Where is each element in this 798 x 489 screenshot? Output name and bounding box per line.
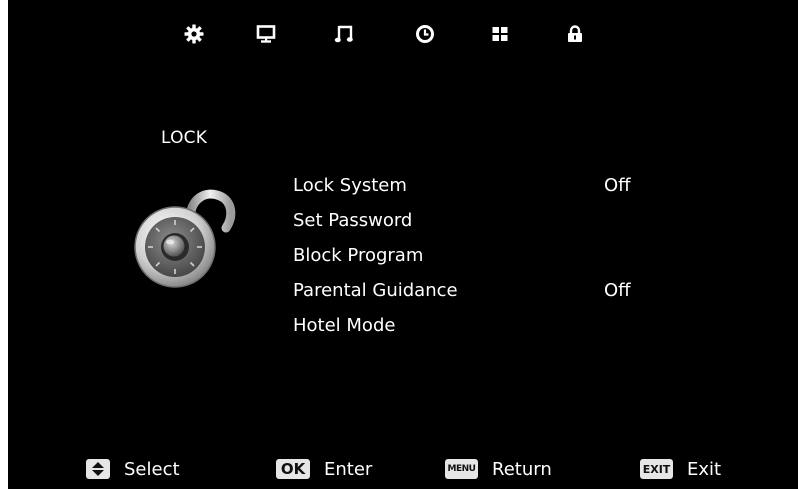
up-down-arrows-icon <box>86 459 110 479</box>
hint-select-label: Select <box>124 458 180 480</box>
menu-item-label: Parental Guidance <box>293 280 458 301</box>
tab-time[interactable] <box>411 20 439 48</box>
key-hint-bar: Select OK Enter MENU Return EXIT Exit <box>8 452 798 486</box>
gear-icon <box>184 24 204 44</box>
menu-item-set-password[interactable]: Set Password <box>293 208 673 243</box>
tab-lock[interactable] <box>561 20 589 48</box>
hint-enter: OK Enter <box>276 452 372 486</box>
menu-item-value: Off <box>604 175 631 196</box>
menu-item-lock-system[interactable]: Lock System Off <box>293 173 673 208</box>
exit-key-icon: EXIT <box>640 459 673 479</box>
menu-item-label: Set Password <box>293 210 413 231</box>
hint-return-label: Return <box>492 458 552 480</box>
menu-item-label: Block Program <box>293 245 424 266</box>
ok-key-icon: OK <box>276 459 310 479</box>
hint-return: MENU Return <box>445 452 552 486</box>
padlock-icon <box>568 25 582 42</box>
hint-exit: EXIT Exit <box>640 452 721 486</box>
lock-settings-menu: Lock System Off Set Password Block Progr… <box>293 173 673 348</box>
monitor-icon <box>256 25 276 43</box>
menu-category-bar <box>8 0 798 70</box>
menu-item-value: Off <box>604 280 631 301</box>
menu-item-label: Hotel Mode <box>293 315 396 336</box>
menu-item-label: Lock System <box>293 175 407 196</box>
tv-osd-screen: LOCK Lock System Off Set Password Block … <box>8 0 798 489</box>
tab-sound[interactable] <box>330 20 358 48</box>
music-note-icon <box>334 25 353 43</box>
menu-item-hotel-mode[interactable]: Hotel Mode <box>293 313 673 348</box>
combination-padlock-icon <box>134 189 236 288</box>
menu-item-block-program[interactable]: Block Program <box>293 243 673 278</box>
menu-key-icon: MENU <box>445 459 478 479</box>
hint-exit-label: Exit <box>687 458 722 480</box>
grid-icon <box>492 27 508 41</box>
section-title: LOCK <box>161 128 208 148</box>
clock-icon <box>416 25 434 43</box>
tab-channel[interactable] <box>252 20 280 48</box>
tab-setup[interactable] <box>486 20 514 48</box>
tab-picture[interactable] <box>180 20 208 48</box>
hint-select: Select <box>86 452 180 486</box>
hint-enter-label: Enter <box>324 458 373 480</box>
menu-item-parental-guidance[interactable]: Parental Guidance Off <box>293 278 673 313</box>
